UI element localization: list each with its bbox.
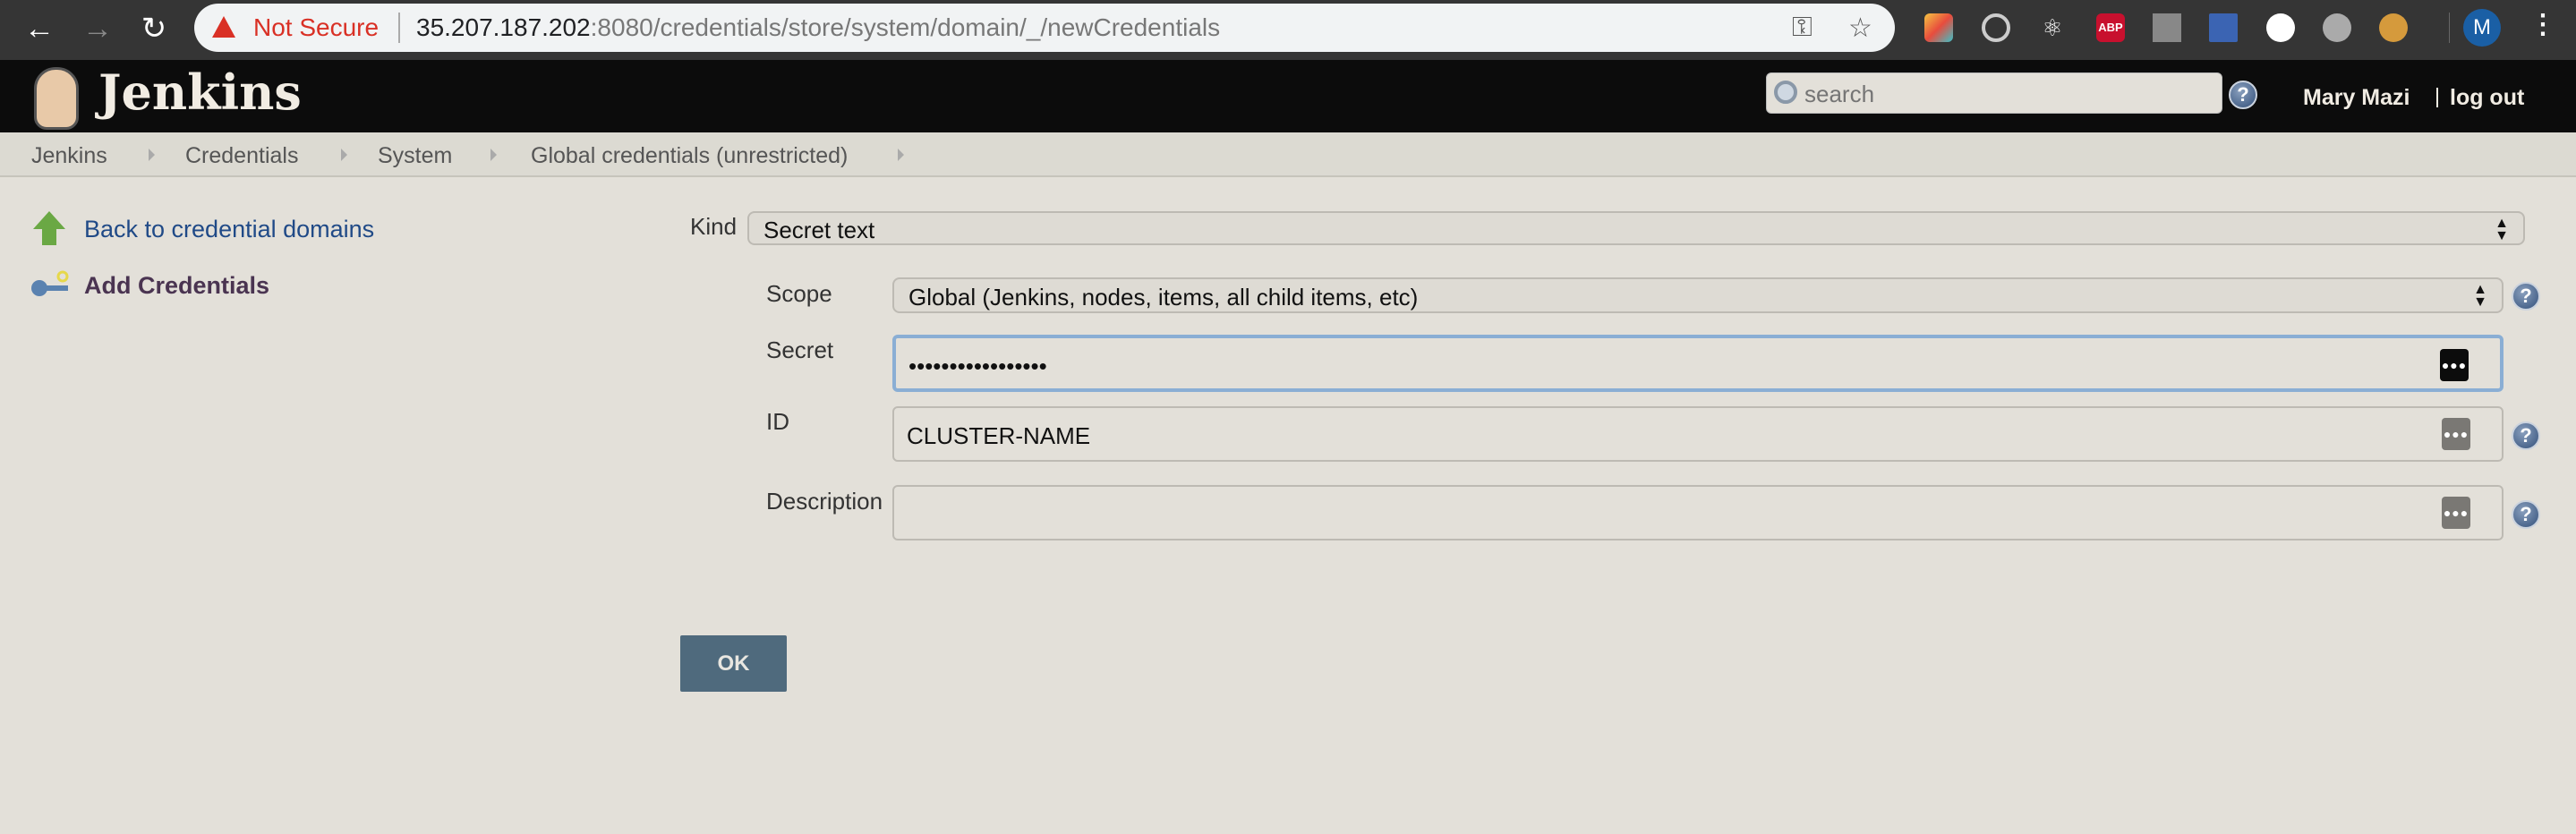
security-label[interactable]: Not Secure <box>253 13 379 42</box>
extension-pinwheel-icon[interactable] <box>1924 13 1953 42</box>
password-manager-icon[interactable]: ●●● <box>2440 349 2469 381</box>
search-box[interactable] <box>1766 72 2222 114</box>
star-icon[interactable]: ☆ <box>1848 13 1872 44</box>
breadcrumb: Jenkins Credentials System Global creden… <box>0 132 2576 177</box>
breadcrumb-jenkins[interactable]: Jenkins <box>31 143 107 169</box>
jenkins-logo-text[interactable]: Jenkins <box>98 64 302 121</box>
secret-input[interactable]: ••••••••••••••••• ●●● <box>892 335 2503 392</box>
back-arrow-icon[interactable]: ← <box>21 11 57 47</box>
reload-icon[interactable]: ↻ <box>136 11 172 47</box>
back-to-credential-domains-link[interactable]: Back to credential domains <box>84 216 374 243</box>
id-value: CLUSTER-NAME <box>907 422 1091 449</box>
extension-react-icon[interactable]: ⚛ <box>2038 13 2067 42</box>
chevron-right-icon[interactable] <box>490 149 497 161</box>
scope-help-icon[interactable]: ? <box>2512 282 2540 311</box>
description-label: Description <box>766 488 883 515</box>
url-path: :8080/credentials/store/system/domain/_/… <box>590 13 1221 41</box>
scope-value: Global (Jenkins, nodes, items, all child… <box>908 284 1419 311</box>
profile-avatar[interactable]: M <box>2463 9 2501 47</box>
password-manager-icon[interactable]: ●●● <box>2442 497 2470 529</box>
search-icon <box>1774 81 1797 104</box>
chevron-right-icon[interactable] <box>341 149 347 161</box>
user-link[interactable]: Mary Mazi <box>2303 85 2410 111</box>
select-arrows-icon: ▲ ▼ <box>2495 216 2509 243</box>
scope-label: Scope <box>766 280 832 307</box>
warning-icon <box>212 16 235 38</box>
search-help-icon[interactable]: ? <box>2229 81 2257 109</box>
extension-adblock-icon[interactable]: ABP <box>2096 13 2125 42</box>
kind-select[interactable]: Secret text ▲ ▼ <box>747 211 2525 245</box>
id-help-icon[interactable]: ? <box>2512 421 2540 450</box>
extension-target-icon[interactable] <box>1982 13 2010 42</box>
description-help-icon[interactable]: ? <box>2512 500 2540 529</box>
menu-icon[interactable]: ⋮ <box>2529 9 2556 40</box>
extension-counter-icon[interactable] <box>2153 13 2181 42</box>
jenkins-logo-icon[interactable] <box>34 67 79 130</box>
divider <box>398 13 400 43</box>
breadcrumb-credentials[interactable]: Credentials <box>185 143 298 169</box>
address-bar[interactable]: Not Secure 35.207.187.202:8080/credentia… <box>194 4 1895 52</box>
add-credentials-link[interactable]: Add Credentials <box>84 272 269 300</box>
url-host: 35.207.187.202 <box>416 13 591 41</box>
breadcrumb-global-credentials[interactable]: Global credentials (unrestricted) <box>531 143 848 169</box>
jenkins-header: Jenkins ? Mary Mazi log out <box>0 60 2576 132</box>
key-icon <box>31 270 69 296</box>
up-arrow-icon <box>33 211 65 245</box>
password-manager-icon[interactable]: ●●● <box>2442 418 2470 450</box>
chevron-right-icon[interactable] <box>149 149 155 161</box>
select-arrows-icon: ▲ ▼ <box>2473 282 2487 310</box>
chevron-right-icon[interactable] <box>898 149 904 161</box>
url-text[interactable]: 35.207.187.202:8080/credentials/store/sy… <box>416 13 1220 42</box>
secret-value: ••••••••••••••••• <box>908 353 1047 379</box>
divider <box>2449 13 2450 43</box>
divider <box>2436 88 2438 107</box>
extension-ghost-icon[interactable] <box>2323 13 2351 42</box>
kind-value: Secret text <box>763 217 875 243</box>
browser-toolbar: ← → ↻ Not Secure 35.207.187.202:8080/cre… <box>0 0 2576 60</box>
kind-label: Kind <box>690 213 738 240</box>
search-input[interactable] <box>1804 79 2207 109</box>
extension-bookmark-icon[interactable] <box>2209 13 2238 42</box>
scope-select[interactable]: Global (Jenkins, nodes, items, all child… <box>892 277 2503 313</box>
description-input[interactable]: ●●● <box>892 485 2503 540</box>
ok-button[interactable]: OK <box>680 635 787 692</box>
breadcrumb-system[interactable]: System <box>378 143 452 169</box>
secret-label: Secret <box>766 336 834 363</box>
logout-link[interactable]: log out <box>2450 85 2524 111</box>
id-label: ID <box>766 408 789 435</box>
key-icon[interactable]: ⚿ <box>1792 13 1813 43</box>
forward-arrow-icon[interactable]: → <box>80 11 115 47</box>
extension-cookie-icon[interactable] <box>2379 13 2408 42</box>
id-input[interactable]: CLUSTER-NAME ●●● <box>892 406 2503 462</box>
extension-json-icon[interactable] <box>2266 13 2295 42</box>
